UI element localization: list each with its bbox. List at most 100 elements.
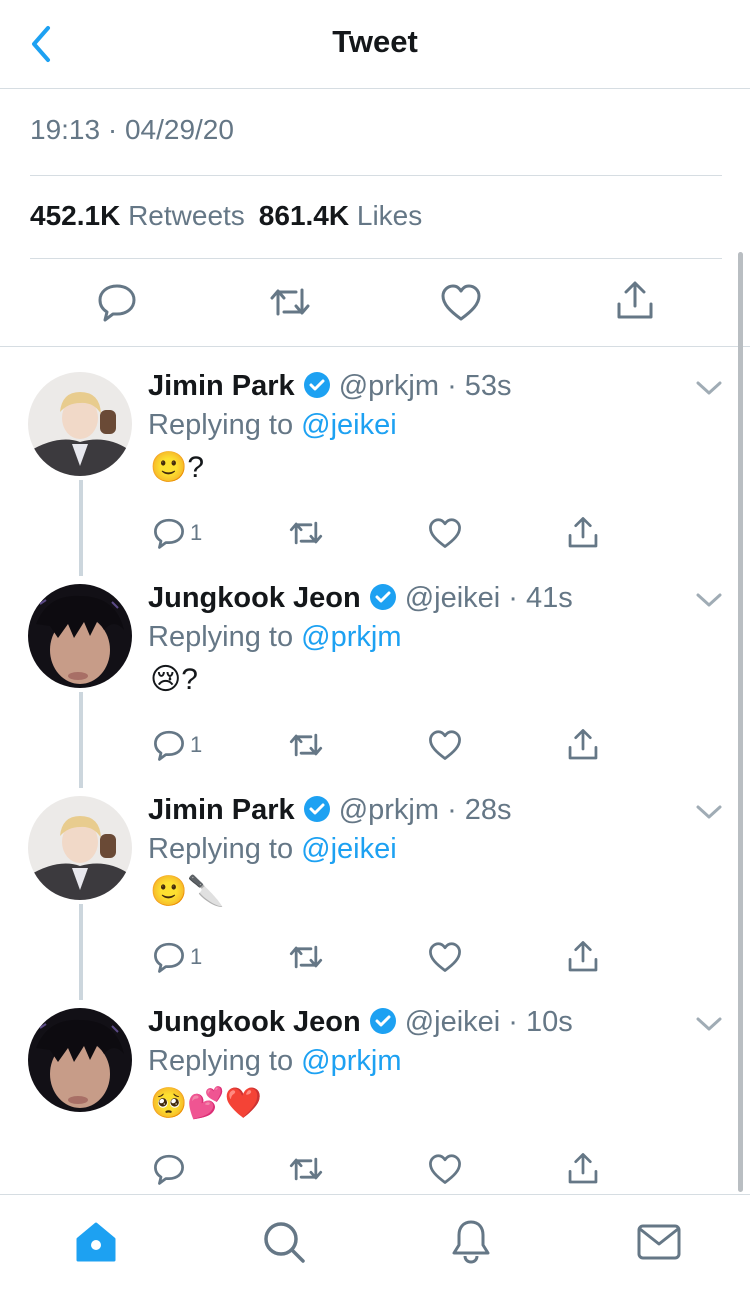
tweet-time: · 10s bbox=[508, 1006, 573, 1038]
tweet-text: 😢? bbox=[150, 663, 198, 696]
like-icon bbox=[429, 729, 461, 760]
like-button[interactable] bbox=[428, 939, 462, 975]
retweet-button[interactable] bbox=[288, 1151, 324, 1187]
share-icon bbox=[568, 1153, 598, 1184]
tweet-text: 🙂? bbox=[150, 451, 205, 484]
likes-count: 861.4K bbox=[258, 200, 350, 231]
tweet-actions bbox=[148, 1151, 618, 1191]
like-icon bbox=[441, 284, 481, 321]
retweet-button[interactable] bbox=[268, 284, 312, 320]
reply-tweet[interactable]: Jungkook Jeon @jeikei · 10s Replying to @… bbox=[148, 1006, 738, 1196]
retweet-icon bbox=[289, 945, 323, 969]
display-name[interactable]: Jimin Park bbox=[148, 794, 295, 826]
verified-badge-icon bbox=[369, 1008, 396, 1034]
chevron-down-icon[interactable] bbox=[694, 802, 724, 822]
replying-prefix: Replying to bbox=[148, 833, 294, 865]
avatar[interactable] bbox=[28, 796, 132, 900]
share-button[interactable] bbox=[614, 280, 656, 322]
avatar[interactable] bbox=[28, 372, 132, 476]
replying-to: Replying to @jeikei bbox=[148, 409, 397, 442]
retweet-icon bbox=[289, 1157, 323, 1181]
jimin-avatar bbox=[28, 372, 132, 476]
divider bbox=[30, 258, 722, 259]
thread-connector bbox=[79, 904, 83, 1000]
retweet-button[interactable] bbox=[288, 727, 324, 763]
share-icon bbox=[568, 941, 598, 972]
tweet-timestamp: 19:13 · 04/29/20 bbox=[30, 114, 234, 145]
display-name[interactable]: Jimin Park bbox=[148, 370, 295, 402]
user-handle[interactable]: @jeikei bbox=[405, 582, 501, 614]
like-button[interactable] bbox=[428, 1151, 462, 1187]
share-icon bbox=[568, 729, 598, 760]
retweet-icon bbox=[270, 288, 310, 316]
display-name[interactable]: Jungkook Jeon bbox=[148, 1006, 361, 1038]
jungkook-avatar bbox=[28, 584, 132, 688]
reply-button[interactable] bbox=[152, 1151, 190, 1187]
scrollbar[interactable] bbox=[738, 252, 743, 1192]
avatar[interactable] bbox=[28, 1008, 132, 1112]
retweets-stat[interactable]: 452.1K Retweets bbox=[30, 200, 245, 231]
display-name[interactable]: Jungkook Jeon bbox=[148, 582, 361, 614]
top-nav-bar: Tweet bbox=[0, 0, 750, 88]
tab-home[interactable] bbox=[74, 1221, 118, 1263]
chevron-down-icon[interactable] bbox=[694, 1014, 724, 1034]
user-handle[interactable]: @jeikei bbox=[405, 1006, 501, 1038]
share-button[interactable] bbox=[566, 1151, 600, 1187]
tweet-time: · 41s bbox=[508, 582, 573, 614]
avatar[interactable] bbox=[28, 584, 132, 688]
search-icon bbox=[264, 1222, 305, 1263]
reply-tweet[interactable]: Jungkook Jeon @jeikei · 41s Replying to @… bbox=[148, 582, 738, 772]
replying-to: Replying to @prkjm bbox=[148, 621, 401, 654]
reply-tweet[interactable]: Jimin Park @prkjm · 53s Replying to @jeik… bbox=[148, 370, 738, 560]
thread-connector bbox=[79, 692, 83, 788]
reply-tweet[interactable]: Jimin Park @prkjm · 28s Replying to @jeik… bbox=[148, 794, 738, 984]
tweet-actions: 1 bbox=[148, 939, 618, 979]
retweet-button[interactable] bbox=[288, 939, 324, 975]
retweets-label: Retweets bbox=[128, 200, 245, 231]
share-button[interactable] bbox=[566, 727, 600, 763]
reply-button[interactable]: 1 bbox=[152, 515, 202, 551]
reply-icon bbox=[154, 1154, 184, 1185]
reply-button[interactable]: 1 bbox=[152, 939, 202, 975]
jungkook-avatar bbox=[28, 1008, 132, 1112]
share-button[interactable] bbox=[566, 515, 600, 551]
divider bbox=[30, 175, 722, 176]
like-button[interactable] bbox=[428, 727, 462, 763]
reply-button[interactable] bbox=[96, 282, 138, 322]
likes-stat[interactable]: 861.4K Likes bbox=[259, 200, 422, 231]
user-handle[interactable]: @prkjm bbox=[339, 794, 439, 826]
reply-icon bbox=[154, 942, 184, 973]
tweet-actions: 1 bbox=[148, 515, 618, 555]
reply-button[interactable]: 1 bbox=[152, 727, 202, 763]
user-handle[interactable]: @prkjm bbox=[339, 370, 439, 402]
mention-link[interactable]: @prkjm bbox=[301, 621, 401, 653]
retweets-count: 452.1K bbox=[30, 200, 121, 231]
replying-prefix: Replying to bbox=[148, 621, 294, 653]
tab-messages[interactable] bbox=[636, 1223, 682, 1261]
reply-count: 1 bbox=[190, 944, 203, 969]
mention-link[interactable]: @jeikei bbox=[301, 833, 397, 865]
tab-notifications[interactable] bbox=[450, 1218, 492, 1264]
divider bbox=[0, 346, 750, 347]
like-button[interactable] bbox=[428, 515, 462, 551]
page-title: Tweet bbox=[332, 24, 418, 59]
chevron-down-icon[interactable] bbox=[694, 590, 724, 610]
tweet-text: 🥺💕❤️ bbox=[150, 1087, 263, 1120]
retweet-icon bbox=[289, 733, 323, 757]
verified-badge-icon bbox=[303, 372, 330, 398]
like-button[interactable] bbox=[440, 284, 482, 322]
mention-link[interactable]: @prkjm bbox=[301, 1045, 401, 1077]
share-button[interactable] bbox=[566, 939, 600, 975]
mention-link[interactable]: @jeikei bbox=[301, 409, 397, 441]
tweet-time: · 28s bbox=[447, 794, 512, 826]
chevron-down-icon[interactable] bbox=[694, 378, 724, 398]
retweet-button[interactable] bbox=[288, 515, 324, 551]
reply-count: 1 bbox=[190, 732, 203, 757]
verified-badge-icon bbox=[369, 584, 396, 610]
likes-label: Likes bbox=[356, 200, 423, 231]
share-icon bbox=[568, 517, 598, 548]
like-icon bbox=[429, 1153, 461, 1184]
replying-prefix: Replying to bbox=[148, 409, 294, 441]
tab-search[interactable] bbox=[262, 1220, 306, 1264]
thread-connector bbox=[79, 480, 83, 576]
